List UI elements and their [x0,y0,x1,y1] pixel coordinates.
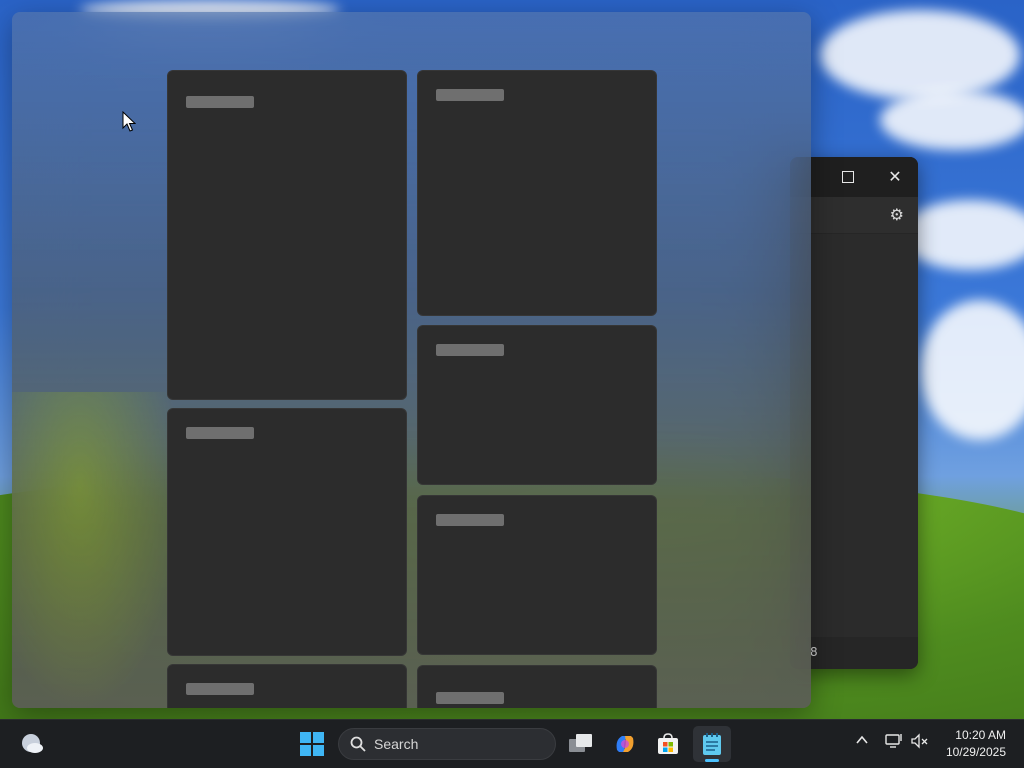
copilot-button[interactable] [606,726,644,762]
taskbar: Search 10:20 AM 10/29/2025 [0,719,1024,768]
status-bar-text: 8 [810,645,818,659]
widget-card-title-placeholder [186,96,254,108]
volume-muted-icon[interactable] [911,733,929,753]
search-placeholder: Search [374,736,419,752]
widget-card-title-placeholder [436,344,504,356]
microsoft-store-button[interactable] [649,726,687,762]
widget-card-title-placeholder [186,683,254,695]
close-button[interactable]: ✕ [872,157,918,197]
widget-card[interactable] [167,408,407,656]
close-icon: ✕ [888,167,902,186]
notepad-icon [703,733,721,755]
widget-card-title-placeholder [436,692,504,704]
widget-card[interactable] [417,70,657,316]
copilot-icon [616,736,634,752]
widget-card[interactable] [417,495,657,655]
widget-card[interactable] [167,664,407,708]
notepad-button[interactable] [693,726,731,762]
widget-card-title-placeholder [186,427,254,439]
widget-card-title-placeholder [436,89,504,101]
clock-date: 10/29/2025 [945,745,1006,759]
widget-card[interactable] [417,665,657,708]
maximize-button[interactable] [825,157,871,197]
widget-card[interactable] [417,325,657,485]
show-hidden-icons-chevron-up-icon[interactable] [855,733,869,751]
widgets-weather-button[interactable] [13,726,51,762]
search-icon [350,736,366,752]
task-view-button[interactable] [562,726,600,762]
taskbar-search-box[interactable]: Search [338,728,556,760]
widget-card-title-placeholder [436,514,504,526]
clock-time: 10:20 AM [955,728,1006,742]
taskbar-clock[interactable]: 10:20 AM 10/29/2025 [946,727,1006,761]
settings-gear-icon[interactable]: ⚙ [890,205,904,224]
windows-logo-icon [300,732,324,756]
store-bag-icon [658,733,678,754]
network-display-icon[interactable] [885,733,903,753]
widget-card[interactable] [167,70,407,400]
start-button[interactable] [293,726,331,762]
weather-cloud-icon [22,734,43,753]
task-view-icon [569,734,592,752]
maximize-icon [842,171,854,183]
